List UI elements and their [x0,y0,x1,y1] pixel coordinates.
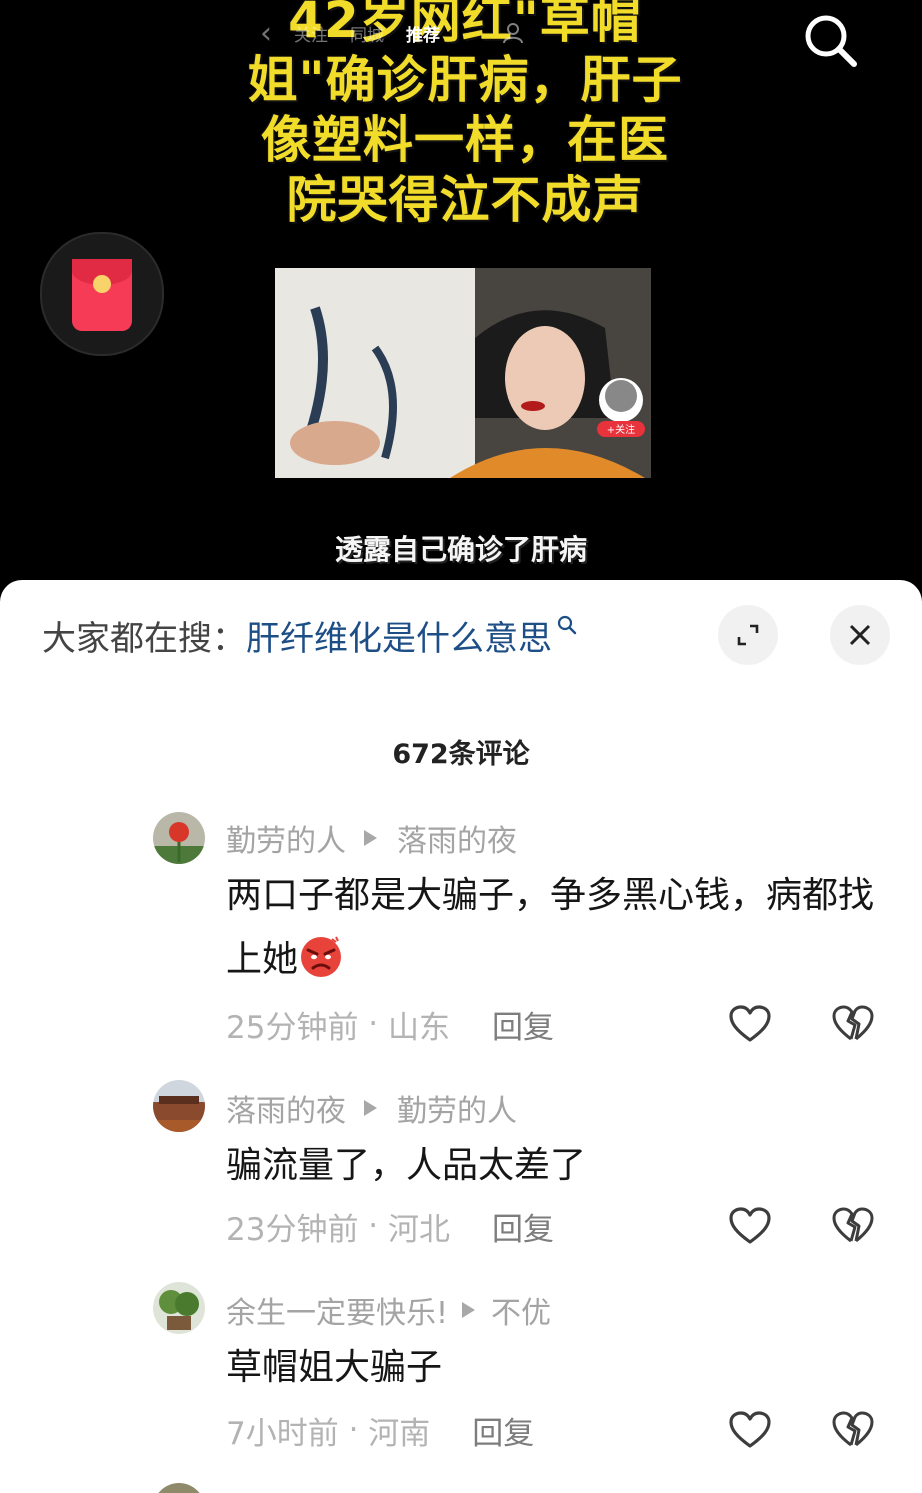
headline-line: 姐"确诊肝病，肝子 [247,51,683,109]
comment-time: 25分钟前 [226,1009,359,1046]
like-heart-icon[interactable] [728,1206,772,1246]
avatar-building-image [153,1080,205,1132]
reply-arrow-icon [364,830,377,846]
dislike-broken-heart-icon[interactable] [831,1004,875,1044]
close-button[interactable] [830,605,890,665]
follow-badge: +关注 [607,423,635,436]
comment-text-block: 两口子都是大骗子，争多黑心钱，病都找上她 [226,864,886,992]
avatar-partial-image [153,1483,205,1493]
avatar-flower-image [153,812,205,864]
reply-arrow-icon [462,1302,476,1318]
comment-author[interactable]: 余生一定要快乐! [226,1288,448,1332]
angry-face-icon [301,936,342,977]
like-heart-icon[interactable] [728,1410,772,1450]
expand-icon [737,624,759,646]
comment-meta: 23分钟前 · 河北 回复 [226,1204,554,1249]
video-frame-image: +关注 [275,268,651,478]
reply-to-user[interactable]: 不优 [491,1288,551,1332]
back-button[interactable]: ‹ [260,16,272,51]
avatar-plant-image [153,1282,205,1334]
avatar[interactable] [153,1483,205,1493]
red-packet-button[interactable] [40,232,164,356]
comment-time: 23分钟前 [226,1211,359,1248]
tab-following[interactable]: 关注 [294,21,328,46]
trending-search: 大家都在搜： 肝纤维化是什么意思 [42,610,578,660]
reply-to-user[interactable]: 落雨的夜 [397,816,517,860]
comment-location: 山东 [388,1009,451,1046]
headline-line: 院哭得泣不成声 [286,171,644,229]
video-caption: 透露自己确诊了肝病 [334,533,587,566]
reply-button[interactable]: 回复 [492,1204,554,1249]
comment-sheet: 大家都在搜： 肝纤维化是什么意思 672条评论 勤劳的人 落雨的夜 两口子都是大… [0,580,922,1493]
like-heart-icon[interactable] [728,1004,772,1044]
avatar[interactable] [153,1282,205,1334]
headline-line: 像塑料一样，在医 [261,111,669,169]
comment-location: 河北 [388,1211,451,1248]
search-button[interactable] [798,8,862,72]
avatar[interactable] [153,1080,205,1132]
close-icon [849,624,871,646]
red-packet-icon [72,259,132,331]
reply-arrow-icon [364,1100,377,1116]
profile-icon[interactable] [502,22,524,44]
video-frame-scene: +关注 [275,268,651,478]
comment-meta: 7小时前 · 河南 回复 [226,1408,534,1453]
comment-text: 骗流量了，人品太差了 [226,1145,587,1186]
dislike-broken-heart-icon[interactable] [831,1206,875,1246]
comment-users: 余生一定要快乐! 不优 [226,1288,551,1332]
top-nav: ‹ 关注 同城 推荐 [260,16,680,51]
search-icon [805,15,857,67]
search-small-icon [557,615,577,635]
avatar[interactable] [153,812,205,864]
trending-search-label: 大家都在搜： [42,618,246,659]
comment-count: 672条评论 [392,739,530,770]
reply-button[interactable]: 回复 [492,1002,554,1047]
comment-author[interactable]: 落雨的夜 [226,1086,346,1130]
expand-button[interactable] [718,605,778,665]
tab-recommended[interactable]: 推荐 [406,21,440,46]
trending-search-query[interactable]: 肝纤维化是什么意思 [246,611,552,660]
comment-users: 勤劳的人 落雨的夜 [226,816,517,860]
comment-text: 草帽姐大骗子 [226,1347,443,1388]
comment-meta: 25分钟前 · 山东 回复 [226,1002,554,1047]
tab-local[interactable]: 同城 [350,21,384,46]
reply-to-user[interactable]: 勤劳的人 [397,1086,517,1130]
reply-button[interactable]: 回复 [472,1408,534,1453]
dislike-broken-heart-icon[interactable] [831,1410,875,1450]
comment-time: 7小时前 [226,1415,339,1452]
comment-author[interactable]: 勤劳的人 [226,816,346,860]
video-player[interactable]: ‹ 关注 同城 推荐 42岁网红"草帽 姐"确诊肝病，肝子 像塑料一样，在医 院… [0,0,922,600]
comment-users: 落雨的夜 勤劳的人 [226,1086,517,1130]
comment-location: 河南 [368,1415,431,1452]
